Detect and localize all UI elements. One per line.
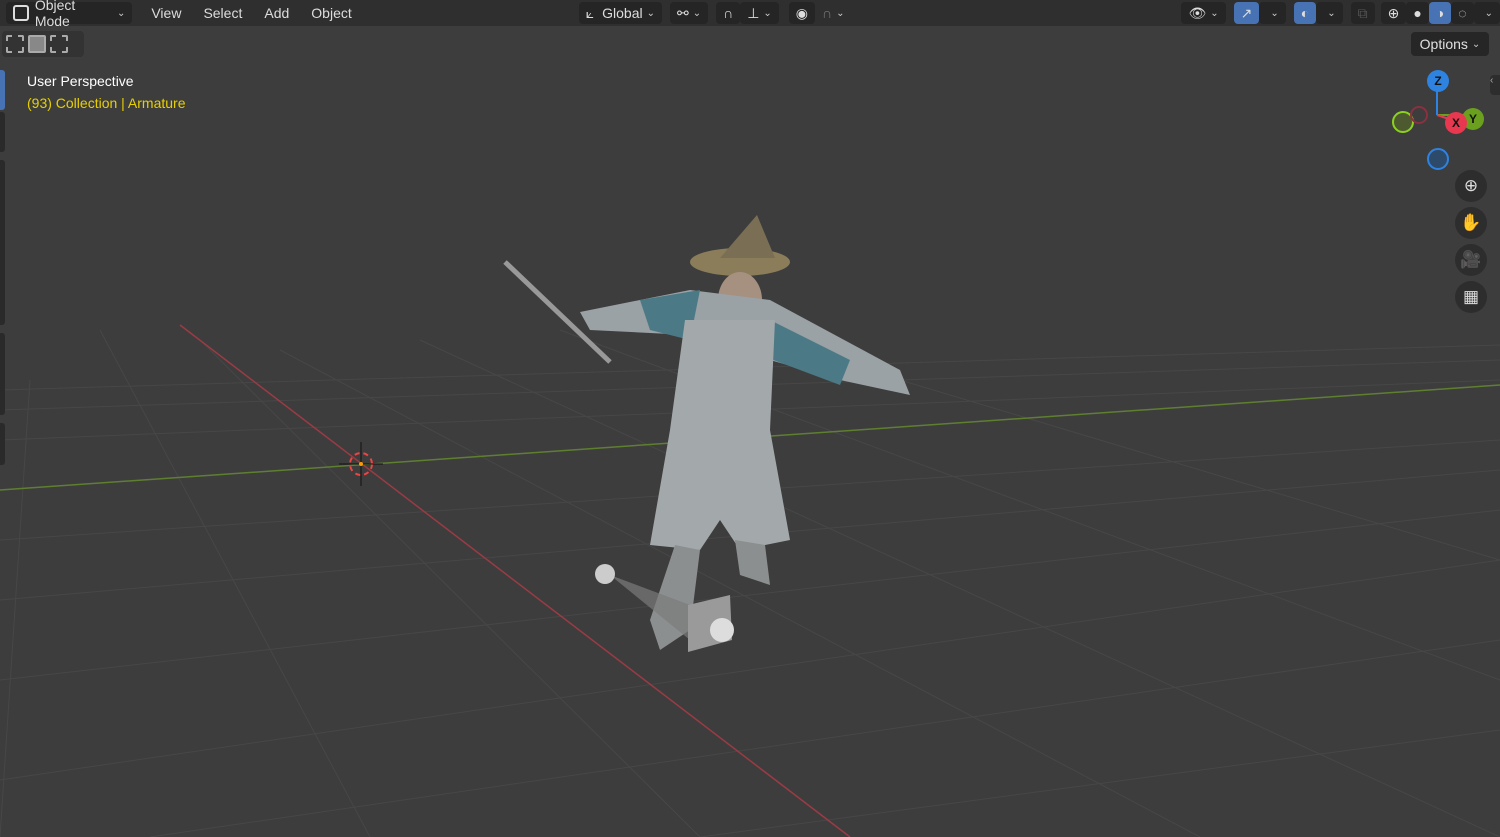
overlays-dropdown[interactable]: ⌄	[1316, 2, 1343, 24]
gizmo-neg-x-axis[interactable]	[1410, 106, 1428, 124]
overlays-icon: ◐	[1300, 5, 1310, 21]
falloff-dropdown[interactable]: ∩ ⌄	[815, 2, 851, 24]
menu-object[interactable]: Object	[304, 2, 358, 24]
xray-toggle[interactable]: ⧉	[1350, 2, 1375, 24]
object-mode-icon	[13, 5, 29, 21]
camera-view-button[interactable]: 🎥	[1455, 244, 1487, 276]
overlays-toggle[interactable]: ◐	[1293, 2, 1317, 24]
3d-cursor[interactable]	[339, 442, 383, 486]
camera-icon: 🎥	[1460, 250, 1482, 269]
pivot-point-dropdown[interactable]: ⚯ ⌄	[670, 2, 709, 24]
gizmo-icon: ↗	[1240, 4, 1253, 21]
viewport-header: Object Mode ⌄ View Select Add Object ⟀ Glo…	[0, 0, 1500, 29]
mode-label: Object Mode	[34, 0, 76, 29]
3d-viewport[interactable]	[0, 0, 1500, 837]
transform-orientation-dropdown[interactable]: ⟀ Global ⌄	[578, 2, 662, 24]
options-label: Options	[1419, 36, 1468, 52]
shading-material-preview[interactable]: ◑	[1428, 2, 1452, 24]
orientation-label: Global	[602, 5, 643, 21]
gizmo-toggle[interactable]: ↗	[1233, 2, 1260, 24]
collection-info: (93) Collection | Armature	[27, 95, 186, 111]
magnet-icon: ∩	[723, 5, 734, 21]
snap-target-dropdown[interactable]: ⊥ ⌄	[740, 2, 779, 24]
select-subtract-button[interactable]	[50, 35, 68, 53]
sidebar-toggle[interactable]: ‹	[1490, 75, 1500, 95]
viewport-info: User Perspective (93) Collection | Armat…	[27, 70, 185, 114]
grid-icon: ▦	[1462, 287, 1480, 306]
select-extend-button[interactable]	[28, 35, 46, 53]
zoom-icon: ⊕	[1463, 176, 1479, 195]
hand-icon: ✋	[1460, 213, 1482, 232]
character-model[interactable]	[503, 215, 910, 652]
gizmo-dropdown[interactable]: ⌄	[1259, 2, 1286, 24]
gizmo-neg-z-axis[interactable]	[1427, 148, 1449, 170]
chevron-down-icon: ⌄	[646, 7, 655, 19]
view-name: User Perspective	[27, 73, 134, 89]
chevron-down-icon: ⌄	[116, 7, 126, 19]
eye-icon: 👁	[1188, 4, 1207, 21]
options-dropdown[interactable]: Options ⌄	[1411, 32, 1489, 56]
snap-toggle[interactable]: ∩	[716, 2, 741, 24]
gizmo-x-axis[interactable]: X	[1445, 112, 1467, 134]
mode-selector[interactable]: Object Mode ⌄	[6, 0, 133, 29]
selection-mode-toolbar	[2, 31, 84, 57]
pan-button[interactable]: ✋	[1455, 207, 1487, 239]
proportional-editing-toggle[interactable]: ◉	[788, 2, 815, 24]
shading-solid[interactable]: ●	[1406, 2, 1429, 24]
shading-dropdown[interactable]: ⌄	[1473, 2, 1500, 24]
perspective-toggle-button[interactable]: ▦	[1455, 281, 1487, 313]
menu-select[interactable]: Select	[196, 2, 249, 24]
shading-rendered[interactable]: ◌	[1451, 2, 1474, 24]
visibility-dropdown[interactable]: 👁 ⌄	[1181, 2, 1226, 24]
gizmo-z-axis[interactable]: Z	[1427, 70, 1449, 92]
shading-wireframe[interactable]: ⊕	[1380, 2, 1407, 24]
menu-add[interactable]: Add	[257, 2, 296, 24]
orientation-icon: ⟀	[585, 4, 595, 21]
select-new-button[interactable]	[6, 35, 24, 53]
menu-view[interactable]: View	[144, 2, 188, 24]
active-tool-indicator[interactable]	[0, 70, 5, 110]
zoom-button[interactable]: ⊕	[1455, 170, 1487, 202]
